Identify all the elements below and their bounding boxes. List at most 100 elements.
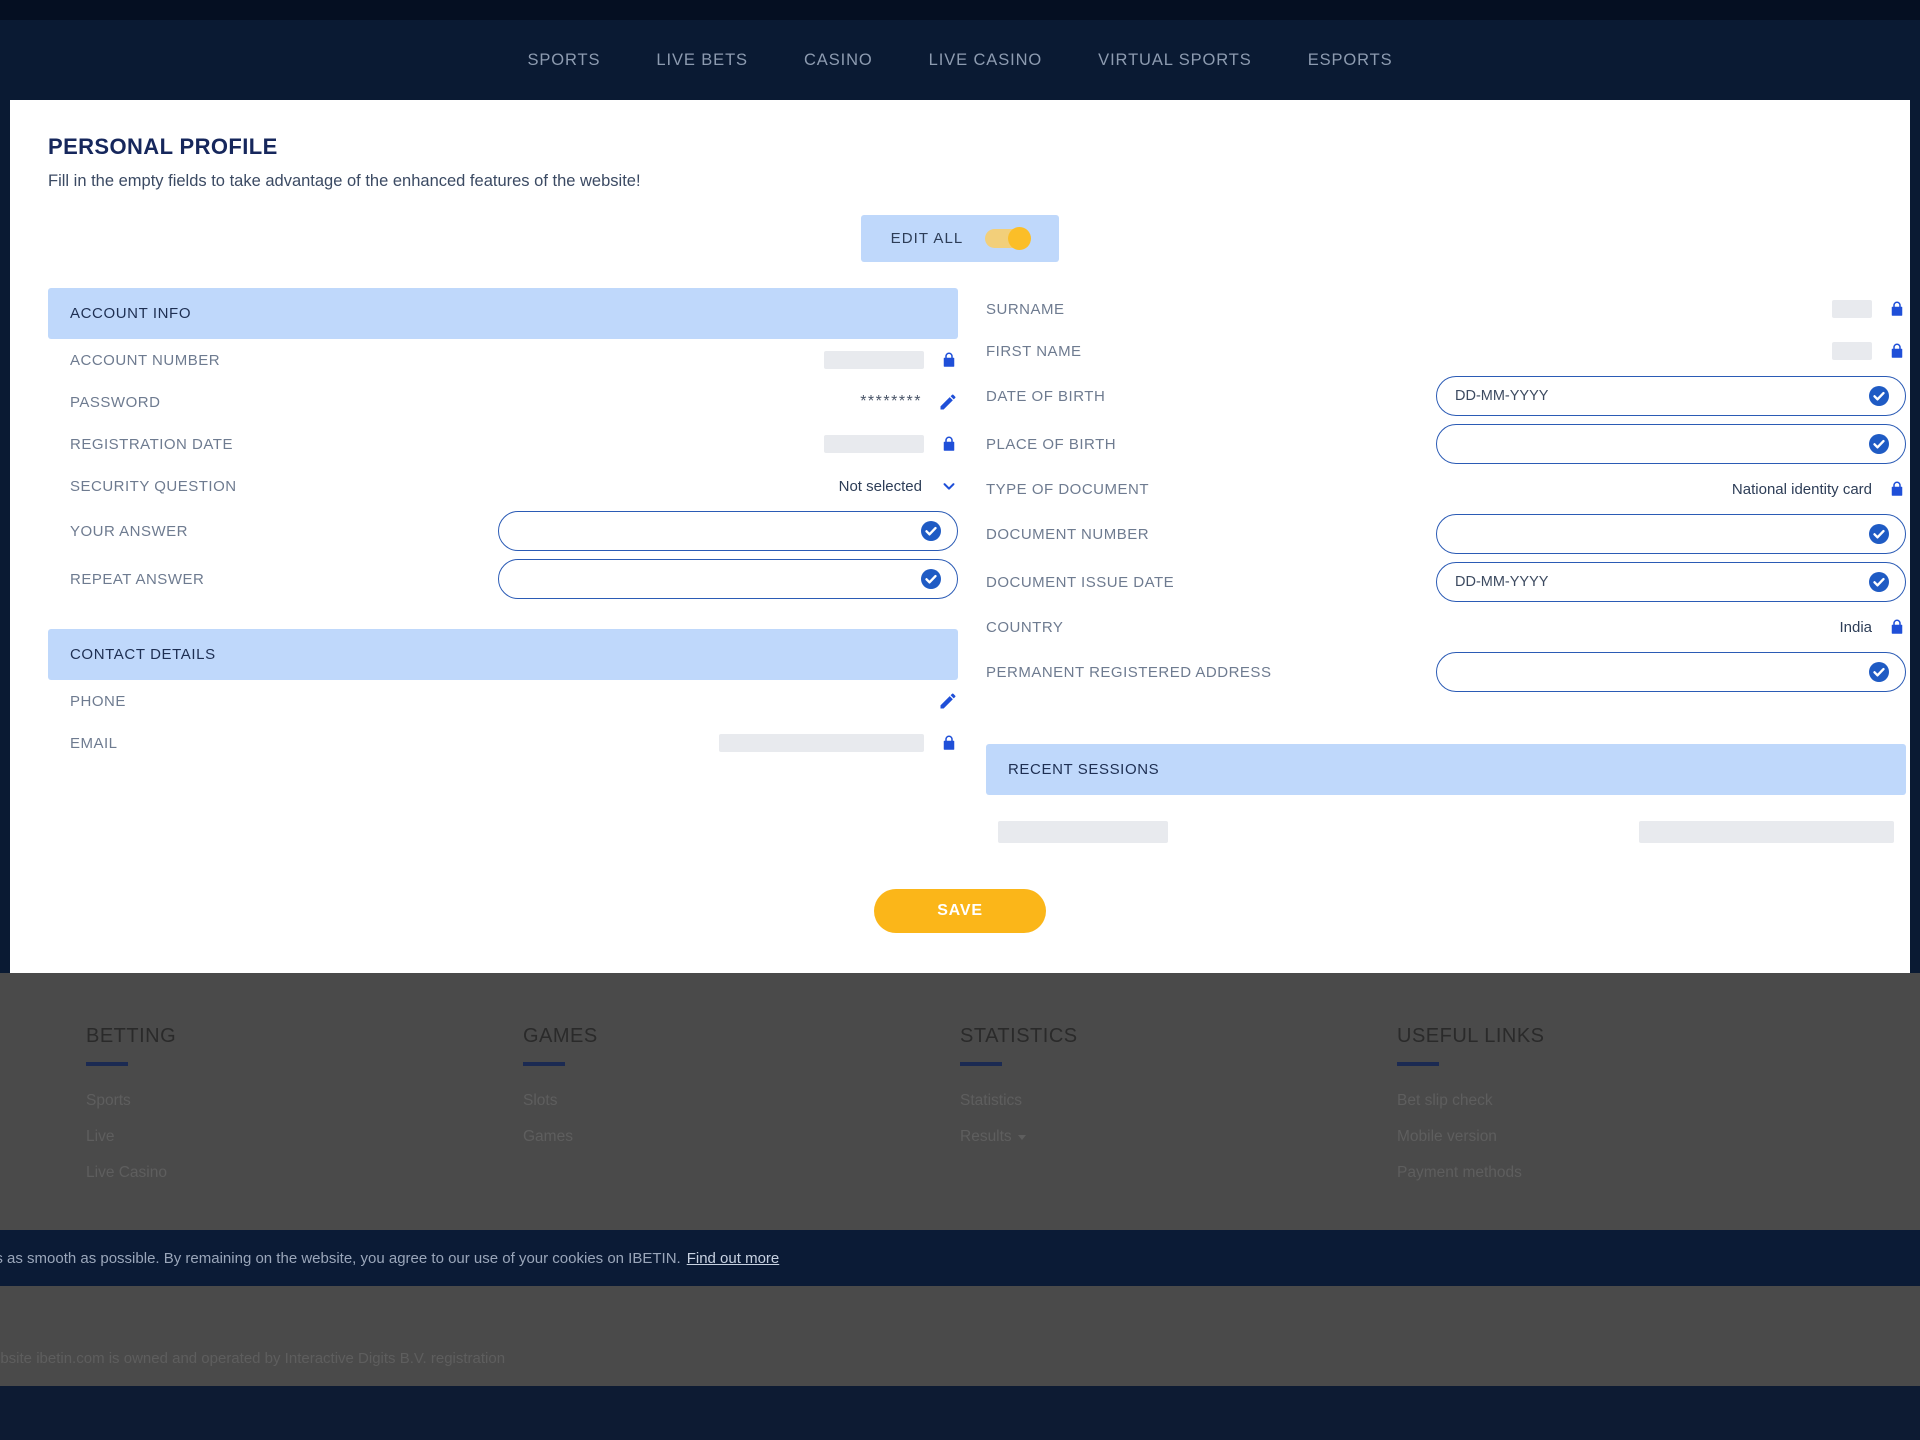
page-wrapper: PERSONAL PROFILE Fill in the empty field… bbox=[0, 100, 1920, 973]
first-name-redacted-value bbox=[1832, 342, 1872, 360]
footer-link-label: Live Casino bbox=[86, 1164, 167, 1181]
label-surname: SURNAME bbox=[986, 300, 1065, 318]
security-question-value: Not selected bbox=[838, 477, 922, 495]
registration-date-redacted-value bbox=[824, 435, 924, 453]
edit-pencil-icon[interactable] bbox=[938, 691, 958, 711]
permanent-registered-address-input[interactable] bbox=[1455, 664, 1859, 680]
row-document-number: DOCUMENT NUMBER bbox=[986, 510, 1906, 558]
row-country: COUNTRY India bbox=[986, 606, 1906, 648]
edit-all-toggle[interactable] bbox=[985, 227, 1032, 250]
date-of-birth-input[interactable] bbox=[1455, 388, 1859, 404]
place-of-birth-field[interactable] bbox=[1436, 424, 1906, 464]
row-registration-date: REGISTRATION DATE bbox=[48, 423, 958, 465]
chevron-down-icon bbox=[940, 477, 958, 495]
label-email: EMAIL bbox=[70, 734, 118, 752]
footer-link-results[interactable]: Results bbox=[960, 1128, 1397, 1146]
repeat-answer-input[interactable] bbox=[517, 571, 911, 587]
footer-link-label: Payment methods bbox=[1397, 1164, 1522, 1181]
date-of-birth-field[interactable] bbox=[1436, 376, 1906, 416]
footer-rule bbox=[960, 1062, 1002, 1066]
nav-item-casino[interactable]: CASINO bbox=[800, 45, 877, 76]
lock-icon[interactable] bbox=[1888, 299, 1906, 319]
surname-redacted-value bbox=[1832, 300, 1872, 318]
nav-item-live-bets[interactable]: LIVE BETS bbox=[652, 45, 752, 76]
footer-link-live[interactable]: Live bbox=[86, 1128, 523, 1146]
row-document-issue-date: DOCUMENT ISSUE DATE bbox=[986, 558, 1906, 606]
nav-item-virtual-sports[interactable]: VIRTUAL SPORTS bbox=[1094, 45, 1256, 76]
email-redacted-value bbox=[719, 734, 924, 752]
row-type-of-document: TYPE OF DOCUMENT National identity card bbox=[986, 468, 1906, 510]
document-issue-date-input[interactable] bbox=[1455, 574, 1859, 590]
site-footer: BETTING Sports Live Live Casino GAMES Sl… bbox=[0, 973, 1920, 1230]
lock-icon[interactable] bbox=[1888, 479, 1906, 499]
section-header-recent-sessions: RECENT SESSIONS bbox=[986, 744, 1906, 795]
document-number-field[interactable] bbox=[1436, 514, 1906, 554]
footer-column-betting: BETTING Sports Live Live Casino bbox=[86, 1025, 523, 1200]
label-first-name: FIRST NAME bbox=[986, 342, 1082, 360]
footer-link-bet-slip-check[interactable]: Bet slip check bbox=[1397, 1092, 1834, 1110]
row-surname: SURNAME bbox=[986, 288, 1906, 330]
permanent-registered-address-field[interactable] bbox=[1436, 652, 1906, 692]
your-answer-input[interactable] bbox=[517, 523, 911, 539]
valid-check-icon bbox=[1867, 570, 1891, 594]
repeat-answer-field[interactable] bbox=[498, 559, 958, 599]
lock-icon[interactable] bbox=[940, 733, 958, 753]
footer-column-useful-links: USEFUL LINKS Bet slip check Mobile versi… bbox=[1397, 1025, 1834, 1200]
label-type-of-document: TYPE OF DOCUMENT bbox=[986, 480, 1150, 498]
lock-icon[interactable] bbox=[1888, 341, 1906, 361]
place-of-birth-input[interactable] bbox=[1455, 436, 1859, 452]
session-redacted-value bbox=[1639, 821, 1894, 843]
save-button[interactable]: SAVE bbox=[874, 889, 1046, 933]
document-number-input[interactable] bbox=[1455, 526, 1859, 542]
top-strip bbox=[0, 0, 1920, 20]
legal-notice: ebsite ibetin.com is owned and operated … bbox=[0, 1286, 1920, 1386]
nav-item-live-casino[interactable]: LIVE CASINO bbox=[925, 45, 1047, 76]
row-repeat-answer: REPEAT ANSWER bbox=[48, 555, 958, 603]
main-navigation: SPORTS LIVE BETS CASINO LIVE CASINO VIRT… bbox=[0, 20, 1920, 100]
lock-icon[interactable] bbox=[940, 434, 958, 454]
footer-link-live-casino[interactable]: Live Casino bbox=[86, 1164, 523, 1182]
footer-column-games: GAMES Slots Games bbox=[523, 1025, 960, 1200]
label-document-number: DOCUMENT NUMBER bbox=[986, 525, 1150, 543]
label-date-of-birth: DATE OF BIRTH bbox=[986, 387, 1106, 405]
label-security-question: SECURITY QUESTION bbox=[70, 477, 237, 495]
password-masked-value: ******** bbox=[860, 393, 922, 410]
lock-icon[interactable] bbox=[1888, 617, 1906, 637]
cookie-find-out-more-link[interactable]: Find out more bbox=[687, 1250, 780, 1267]
row-phone: PHONE bbox=[48, 680, 958, 722]
section-header-contact-details: CONTACT DETAILS bbox=[48, 629, 958, 680]
footer-link-label: Live bbox=[86, 1128, 115, 1145]
nav-item-sports[interactable]: SPORTS bbox=[523, 45, 604, 76]
label-place-of-birth: PLACE OF BIRTH bbox=[986, 435, 1117, 453]
edit-all-button[interactable]: EDIT ALL bbox=[860, 215, 1060, 262]
label-registration-date: REGISTRATION DATE bbox=[70, 435, 233, 453]
form-columns: ACCOUNT INFO ACCOUNT NUMBER PASSWORD ***… bbox=[48, 288, 1906, 843]
section-header-account-info: ACCOUNT INFO bbox=[48, 288, 958, 339]
page-subtitle: Fill in the empty fields to take advanta… bbox=[48, 172, 641, 190]
row-permanent-registered-address: PERMANENT REGISTERED ADDRESS bbox=[986, 648, 1906, 696]
nav-item-esports[interactable]: ESPORTS bbox=[1304, 45, 1397, 76]
footer-link-statistics[interactable]: Statistics bbox=[960, 1092, 1397, 1110]
type-of-document-value: National identity card bbox=[1731, 480, 1872, 498]
cookie-consent-bar: is as smooth as possible. By remaining o… bbox=[0, 1230, 1920, 1286]
your-answer-field[interactable] bbox=[498, 511, 958, 551]
footer-link-slots[interactable]: Slots bbox=[523, 1092, 960, 1110]
footer-link-sports[interactable]: Sports bbox=[86, 1092, 523, 1110]
edit-pencil-icon[interactable] bbox=[938, 392, 958, 412]
label-document-issue-date: DOCUMENT ISSUE DATE bbox=[986, 573, 1175, 591]
footer-link-mobile-version[interactable]: Mobile version bbox=[1397, 1128, 1834, 1146]
page-title: PERSONAL PROFILE bbox=[48, 134, 278, 159]
row-your-answer: YOUR ANSWER bbox=[48, 507, 958, 555]
document-issue-date-field[interactable] bbox=[1436, 562, 1906, 602]
caret-down-icon bbox=[1017, 1134, 1026, 1140]
legal-notice-text: ebsite ibetin.com is owned and operated … bbox=[0, 1349, 506, 1367]
valid-check-icon bbox=[1867, 384, 1891, 408]
footer-link-games[interactable]: Games bbox=[523, 1128, 960, 1146]
security-question-select[interactable]: Not selected bbox=[839, 477, 958, 495]
footer-link-label: Bet slip check bbox=[1397, 1092, 1493, 1109]
lock-icon[interactable] bbox=[940, 350, 958, 370]
footer-link-payment-methods[interactable]: Payment methods bbox=[1397, 1164, 1834, 1182]
edit-all-row: EDIT ALL bbox=[48, 215, 1872, 262]
footer-rule bbox=[523, 1062, 565, 1066]
footer-rule bbox=[86, 1062, 128, 1066]
